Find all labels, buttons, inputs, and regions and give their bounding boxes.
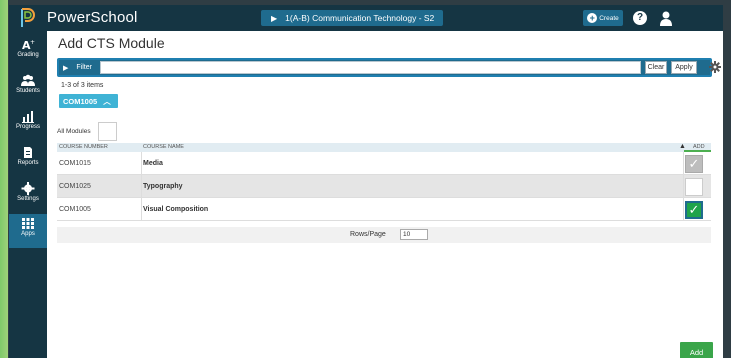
grading-icon: A + <box>22 39 35 51</box>
selected-chip[interactable]: COM1005 ︿ <box>59 94 118 108</box>
all-modules-checkbox[interactable] <box>98 122 117 141</box>
filter-bar: ▶ Filter Clear Apply <box>57 58 712 77</box>
add-checkbox-checked[interactable]: ✓ <box>685 201 703 219</box>
brand-name: PowerSchool <box>47 9 138 26</box>
filter-toggle[interactable]: ▶ Filter <box>63 60 92 75</box>
play-icon: ▶ <box>271 13 278 23</box>
filter-input[interactable] <box>100 61 641 74</box>
chip-label: COM1005 <box>63 96 98 106</box>
modules-table: COURSE NUMBER COURSE NAME ▲ ADD COM1015 … <box>57 143 711 221</box>
course-name: Media <box>143 160 163 167</box>
table-row: COM1015 Media ✓ <box>57 152 711 175</box>
sidebar-item-grading[interactable]: A + Grading <box>9 35 47 67</box>
course-selector[interactable]: ▶ 1(A-B) Communication Technology - S2 <box>261 10 443 26</box>
course-selector-label: 1(A-B) Communication Technology - S2 <box>285 13 435 23</box>
sidebar-item-apps[interactable]: Apps <box>9 214 47 248</box>
progress-icon <box>22 111 34 123</box>
create-button[interactable]: + Create <box>583 10 623 26</box>
header-course-name[interactable]: COURSE NAME <box>143 144 184 150</box>
sidebar-item-progress[interactable]: Progress <box>9 107 47 139</box>
add-checkbox-checked-disabled: ✓ <box>685 155 703 173</box>
apps-icon <box>22 218 34 229</box>
app-window: PowerSchool ▶ 1(A-B) Communication Techn… <box>9 5 723 358</box>
course-number: COM1005 <box>59 206 91 213</box>
add-button[interactable]: Add <box>680 342 713 358</box>
clear-button[interactable]: Clear <box>645 61 667 74</box>
filter-label: Filter <box>76 64 92 71</box>
plus-icon: + <box>587 13 598 23</box>
settings-icon <box>21 182 35 195</box>
chevron-up-icon: ︿ <box>103 96 111 106</box>
sidebar-item-students[interactable]: Students <box>9 71 47 103</box>
pagination-bar: Rows/Page 10 <box>57 227 711 243</box>
user-icon[interactable] <box>659 10 673 26</box>
top-bar: PowerSchool ▶ 1(A-B) Communication Techn… <box>9 5 723 31</box>
header-course-number[interactable]: COURSE NUMBER <box>59 144 108 150</box>
students-icon <box>21 74 35 86</box>
items-count: 1-3 of 3 items <box>61 82 104 89</box>
all-modules-label: All Modules <box>57 128 91 135</box>
rows-per-page-label: Rows/Page <box>350 231 386 238</box>
course-name: Visual Composition <box>143 206 209 213</box>
gear-icon[interactable] <box>709 61 721 73</box>
help-icon[interactable]: ? <box>633 11 647 25</box>
svg-text:+: + <box>30 39 35 46</box>
create-label: Create <box>599 14 619 22</box>
page-title: Add CTS Module <box>58 35 165 51</box>
header-add: ADD <box>684 144 711 152</box>
table-header: COURSE NUMBER COURSE NAME ▲ ADD <box>57 143 711 152</box>
sidebar-item-settings[interactable]: Settings <box>9 179 47 211</box>
reports-icon <box>24 147 32 158</box>
add-checkbox[interactable] <box>685 178 703 196</box>
rows-per-page-input[interactable]: 10 <box>400 229 428 240</box>
course-number: COM1015 <box>59 160 91 167</box>
table-row: COM1025 Typography <box>57 175 711 198</box>
sidebar: A + Grading Students Progress Reports Se… <box>9 31 47 358</box>
powerschool-logo[interactable] <box>19 8 37 28</box>
main-content: Add CTS Module ▶ Filter Clear Apply 1-3 … <box>47 31 723 358</box>
table-row: COM1005 Visual Composition ✓ <box>57 198 711 221</box>
course-name: Typography <box>143 183 183 190</box>
course-number: COM1025 <box>59 183 91 190</box>
sidebar-item-reports[interactable]: Reports <box>9 143 47 175</box>
apply-button[interactable]: Apply <box>671 61 697 74</box>
play-icon: ▶ <box>63 64 69 72</box>
